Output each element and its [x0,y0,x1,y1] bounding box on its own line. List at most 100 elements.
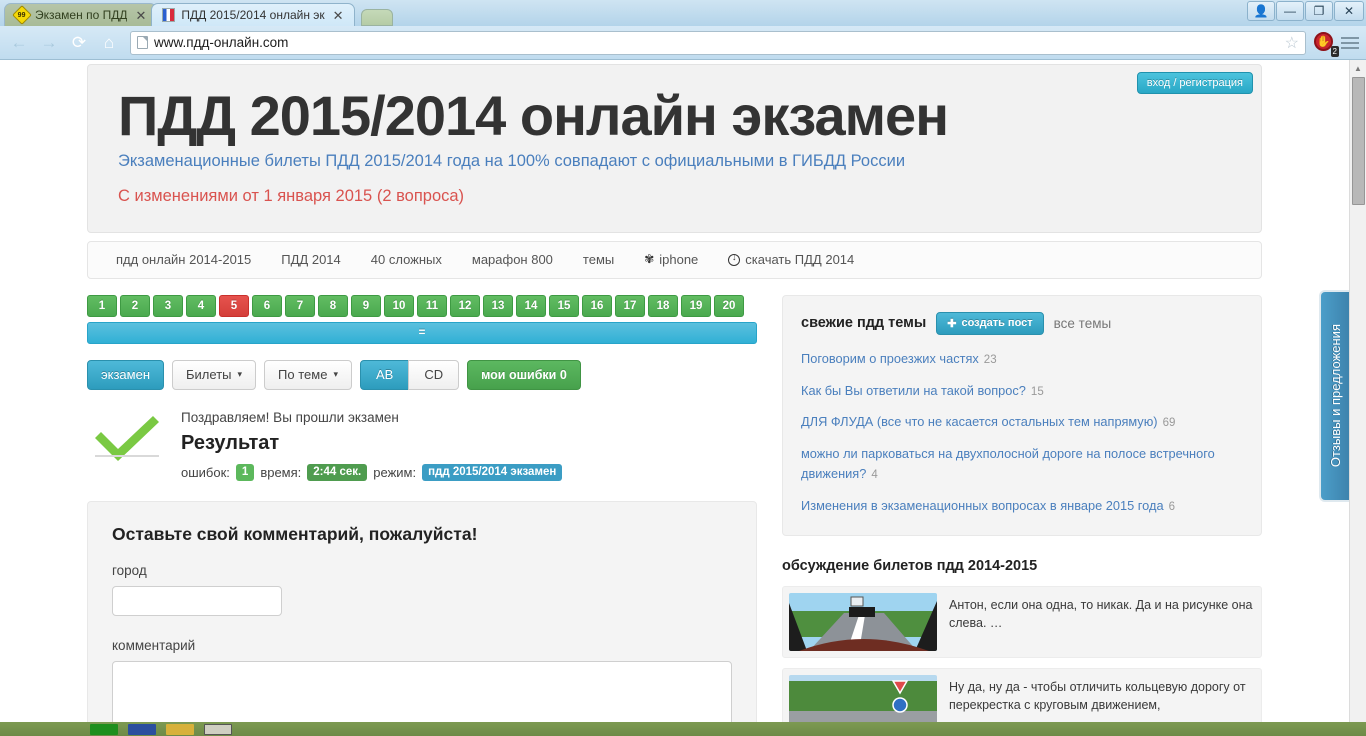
maximize-button[interactable]: ❐ [1305,1,1333,21]
taskbar-item[interactable] [166,723,194,735]
topic-text: можно ли парковаться на двухполосной дор… [801,446,1215,482]
discussion-text: Антон, если она одна, то никак. Да и на … [949,597,1253,630]
address-bar[interactable]: www.пдд-онлайн.com ☆ [130,30,1306,55]
result-block: Поздравляем! Вы прошли экзамен Результат… [87,408,757,482]
adblock-badge: 2 [1330,45,1339,57]
equals-button[interactable]: = [87,321,757,344]
question-number[interactable]: 15 [549,294,579,317]
exam-button[interactable]: экзамен [87,359,165,390]
comment-form-heading: Оставьте свой комментарий, пожалуйста! [112,524,478,545]
desktop-taskbar [0,722,1366,736]
reload-icon[interactable]: ⟳ [66,30,92,56]
question-number[interactable]: 10 [384,294,414,317]
minimize-button[interactable]: — [1276,1,1304,21]
user-avatar-button[interactable]: 👤 [1247,1,1275,21]
question-number[interactable]: 6 [252,294,282,317]
home-icon[interactable]: ⌂ [96,30,122,56]
mode-badge: пдд 2015/2014 экзамен [422,463,563,482]
question-number[interactable]: 7 [285,294,315,317]
plus-icon: ✚ [947,317,957,330]
question-number[interactable]: 18 [648,294,678,317]
download-icon [728,252,741,266]
topic-count: 4 [871,469,878,482]
city-input[interactable] [112,586,282,617]
diamond-99-icon: 99 [12,5,32,25]
discussion-text: Ну да, ну да - чтобы отличить кольцевую … [949,679,1246,712]
nav-label: темы [582,252,615,268]
browser-tab-active[interactable]: ПДД 2015/2014 онлайн эк ✕ [151,3,355,26]
discussion-item[interactable]: Антон, если она одна, то никак. Да и на … [782,585,1262,658]
topic-count: 23 [983,353,997,366]
nav-item-download-pdd[interactable]: скачать ПДД 2014 [714,244,868,275]
question-number[interactable]: 3 [153,294,183,317]
feedback-tab[interactable]: Отзывы и предложения [1319,290,1349,502]
checkmark-icon [91,408,163,482]
close-window-button[interactable]: ✕ [1334,1,1364,21]
question-number[interactable]: 19 [681,294,711,317]
url-text: www.пдд-онлайн.com [154,35,289,50]
nav-item-pdd-online[interactable]: пдд онлайн 2014-2015 [102,244,265,275]
nav-item-pdd-2014[interactable]: ПДД 2014 [267,244,354,275]
scroll-up-icon[interactable]: ▲ [1350,60,1366,77]
forward-icon[interactable]: → [36,30,62,56]
result-stats: ошибок: 1 время: 2:44 сек. режим: пдд 20… [181,463,563,482]
question-number[interactable]: 13 [483,294,513,317]
menu-icon[interactable] [1340,34,1360,52]
nav-item-topics[interactable]: темы [569,244,628,275]
topic-link[interactable]: Как бы Вы ответили на такой вопрос? 15 [801,381,1243,402]
create-post-button[interactable]: ✚ создать пост [936,311,1044,335]
question-number[interactable]: 20 [714,294,744,317]
question-number[interactable]: 9 [351,294,381,317]
chevron-down-icon: ▾ [333,369,338,380]
question-number[interactable]: 12 [450,294,480,317]
question-number[interactable]: 14 [516,294,546,317]
tab-close-icon[interactable]: ✕ [133,9,148,22]
page-scrollbar[interactable]: ▲ [1349,60,1366,736]
back-icon[interactable]: ← [6,30,32,56]
topic-text: Как бы Вы ответили на такой вопрос? [801,382,1026,398]
page-info-icon [137,36,148,49]
scrollbar-thumb[interactable] [1352,77,1365,205]
all-topics-link[interactable]: все темы [1054,316,1112,331]
topic-link[interactable]: Изменения в экзаменационных вопросах в я… [801,496,1243,517]
nav-item-marathon-800[interactable]: марафон 800 [458,244,567,275]
taskbar-item[interactable] [90,723,118,735]
comment-form: Оставьте свой комментарий, пожалуйста! г… [87,501,757,736]
page-title: ПДД 2015/2014 онлайн экзамен [118,84,949,147]
time-label: время: [260,465,302,481]
topic-link[interactable]: можно ли парковаться на двухполосной дор… [801,444,1243,485]
login-register-button[interactable]: вход / регистрация [1136,72,1253,94]
nav-label: марафон 800 [471,252,553,268]
question-number[interactable]: 1 [87,294,117,317]
browser-tab-inactive[interactable]: 99 Экзамен по ПДД ✕ [4,3,158,26]
topic-link[interactable]: ДЛЯ ФЛУДА (все что не касается остальных… [801,412,1243,433]
nav-item-iphone[interactable]: ✾ iphone [630,244,712,275]
question-number[interactable]: 2 [120,294,150,317]
question-number[interactable]: 8 [318,294,348,317]
category-cd-button[interactable]: CD [408,359,460,390]
topic-link[interactable]: Поговорим о проезжих частях 23 [801,349,1243,370]
question-number[interactable]: 16 [582,294,612,317]
fresh-topics-title: свежие пдд темы [801,315,927,332]
apple-icon: ✾ [644,252,655,267]
question-number-wrong[interactable]: 5 [219,294,249,317]
question-number[interactable]: 4 [186,294,216,317]
create-post-label: создать пост [961,317,1033,330]
by-topic-dropdown[interactable]: По теме ▾ [264,359,352,390]
tab-close-icon[interactable]: ✕ [331,9,346,22]
tickets-dropdown[interactable]: Билеты ▾ [172,359,257,390]
hero-banner: вход / регистрация ПДД 2015/2014 онлайн … [87,64,1262,233]
taskbar-item[interactable] [204,723,232,735]
my-errors-button[interactable]: мои ошибки 0 [467,359,581,390]
bookmark-star-icon[interactable]: ☆ [1285,33,1299,53]
adblock-icon[interactable]: ✋ 2 [1314,31,1339,57]
fresh-topics-card: свежие пдд темы ✚ создать пост все темы … [782,294,1262,536]
time-badge: 2:44 сек. [307,463,368,482]
question-number[interactable]: 17 [615,294,645,317]
hero-subtitle: Экзаменационные билеты ПДД 2015/2014 год… [118,151,906,170]
question-number[interactable]: 11 [417,294,447,317]
new-tab-button[interactable] [360,9,393,26]
taskbar-item[interactable] [128,723,156,735]
nav-item-40-hard[interactable]: 40 сложных [357,244,456,275]
category-ab-button[interactable]: AB [359,359,410,390]
